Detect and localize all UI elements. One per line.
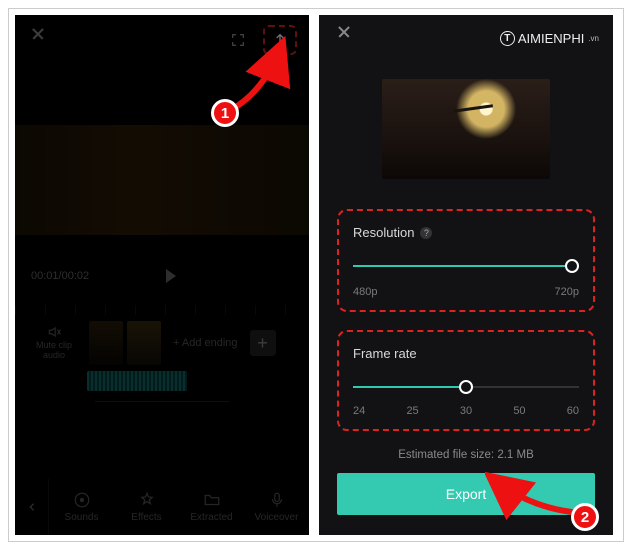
footer-voiceover[interactable]: Voiceover [244, 491, 309, 523]
export-preview-thumbnail [382, 79, 550, 179]
timeline[interactable]: Mute clip audio + Add ending + [15, 305, 309, 445]
watermark-suffix: .vn [588, 34, 599, 43]
footer-extracted[interactable]: Extracted [179, 491, 244, 523]
clip-thumb[interactable] [89, 321, 123, 365]
watermark-logo: T AIMIENPHI .vn [500, 31, 599, 46]
resolution-max: 720p [555, 286, 579, 298]
estimated-filesize: Estimated file size: 2.1 MB [319, 449, 613, 461]
watermark-brand: AIMIENPHI [518, 31, 584, 46]
framerate-slider[interactable] [353, 377, 579, 397]
clip-thumbnails[interactable] [89, 321, 161, 365]
fr-tick: 50 [513, 405, 525, 417]
fr-tick: 24 [353, 405, 365, 417]
resolution-scale: 480p 720p [353, 286, 579, 298]
help-icon[interactable]: ? [420, 227, 432, 239]
fr-tick: 25 [406, 405, 418, 417]
watermark-letter: T [500, 31, 515, 46]
fr-tick: 30 [460, 405, 472, 417]
resolution-panel: Resolution ? 480p 720p [337, 209, 595, 312]
editor-top-right [227, 25, 297, 55]
timeline-ruler [15, 305, 309, 315]
resolution-title-row: Resolution ? [353, 225, 579, 240]
resolution-min: 480p [353, 286, 377, 298]
export-screen: T AIMIENPHI .vn Resolution ? 480p 720p Fr… [319, 15, 613, 535]
export-top-bar: T AIMIENPHI .vn [319, 15, 613, 61]
back-icon[interactable] [15, 479, 49, 535]
footer-sounds[interactable]: Sounds [49, 491, 114, 523]
time-indicator: 00:01/00:02 [31, 270, 89, 282]
fullscreen-icon[interactable] [227, 29, 249, 51]
add-ending-button[interactable]: + Add ending [167, 337, 244, 349]
footer-effects[interactable]: Effects [114, 491, 179, 523]
playback-controls: 00:01/00:02 [15, 269, 309, 283]
mute-clip-audio[interactable]: Mute clip audio [25, 325, 83, 361]
tutorial-side-by-side: 00:01/00:02 Mute clip audio + Add ending… [8, 8, 624, 542]
framerate-label: Frame rate [353, 346, 579, 361]
export-button[interactable]: Export [337, 473, 595, 515]
editor-screen: 00:01/00:02 Mute clip audio + Add ending… [15, 15, 309, 535]
timeline-clip-row: Mute clip audio + Add ending + [15, 315, 309, 371]
timeline-divider [95, 401, 229, 402]
framerate-panel: Frame rate 24 25 30 50 60 [337, 330, 595, 431]
close-icon[interactable] [27, 29, 49, 51]
close-icon[interactable] [333, 27, 355, 49]
export-highlight-box [263, 25, 297, 55]
export-icon[interactable] [271, 31, 289, 49]
video-preview-strip [15, 125, 309, 235]
footer-label: Sounds [65, 512, 99, 523]
footer-label: Voiceover [255, 512, 299, 523]
footer-label: Effects [131, 512, 161, 523]
resolution-label: Resolution [353, 225, 414, 240]
editor-footer: Sounds Effects Extracted [15, 479, 309, 535]
clip-thumb[interactable] [127, 321, 161, 365]
resolution-slider[interactable] [353, 256, 579, 276]
framerate-scale: 24 25 30 50 60 [353, 405, 579, 417]
audio-track[interactable] [87, 371, 187, 391]
play-icon[interactable] [166, 269, 176, 283]
add-clip-icon[interactable]: + [250, 330, 276, 356]
annotation-badge-1: 1 [211, 99, 239, 127]
editor-top-bar [15, 15, 309, 65]
footer-label: Extracted [190, 512, 232, 523]
mute-label: Mute clip audio [36, 340, 72, 360]
annotation-badge-2: 2 [571, 503, 599, 531]
fr-tick: 60 [567, 405, 579, 417]
